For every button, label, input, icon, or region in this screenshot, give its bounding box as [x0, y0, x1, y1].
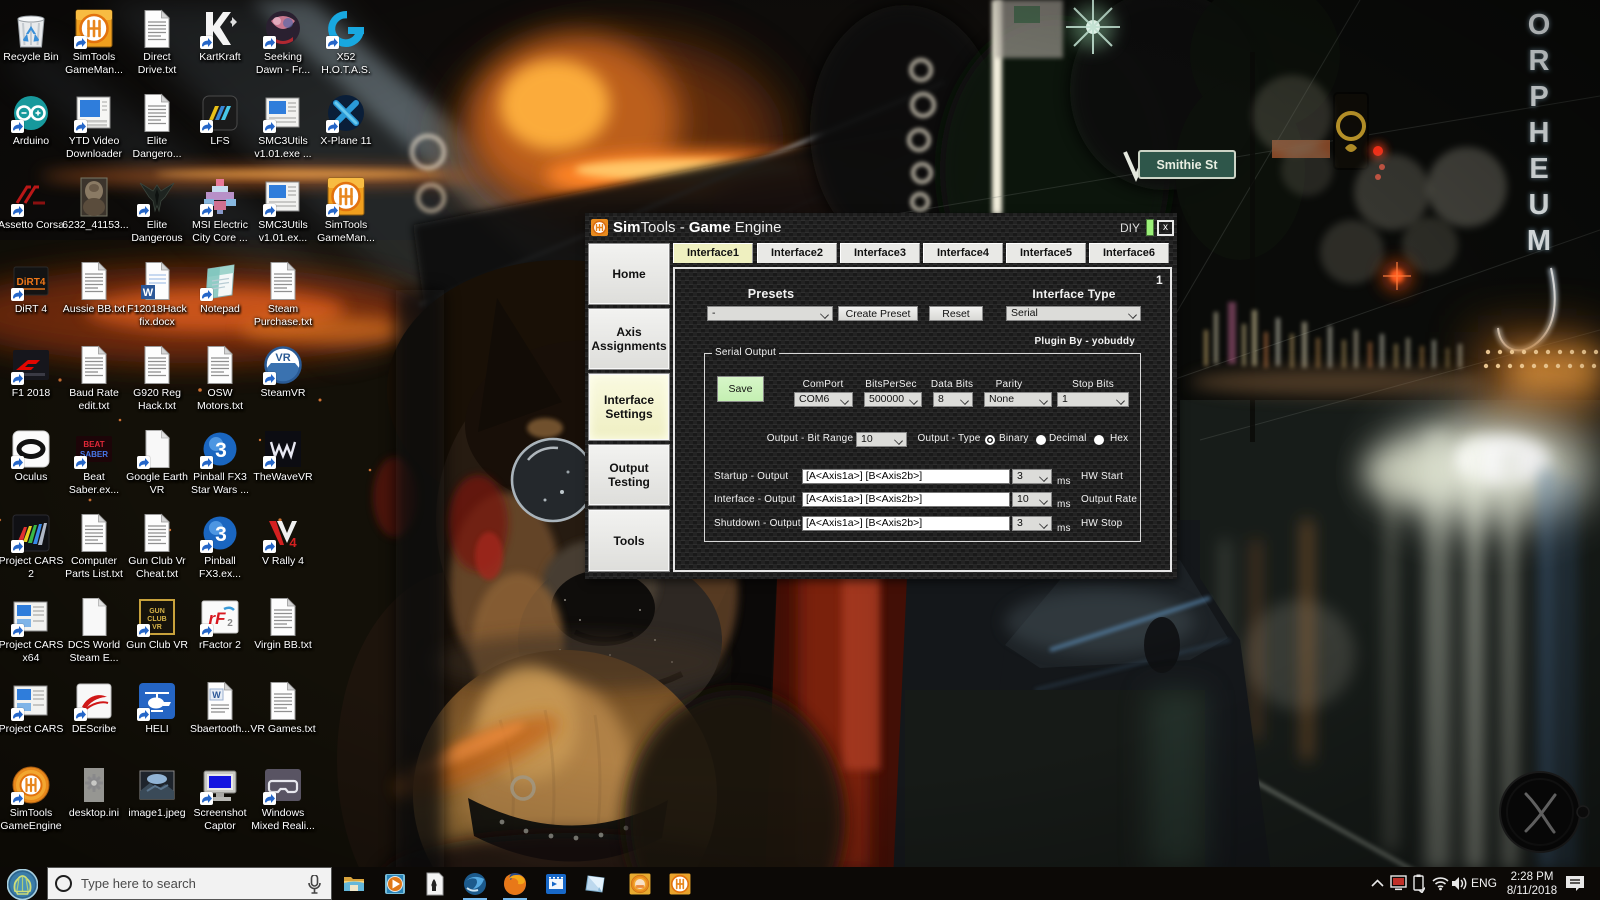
- svg-text:3: 3: [215, 523, 227, 546]
- svg-text:CLUB: CLUB: [147, 616, 166, 623]
- svg-text:2: 2: [227, 618, 233, 629]
- svg-text:DiRT4: DiRT4: [17, 277, 46, 288]
- svg-text:W: W: [212, 690, 221, 700]
- svg-text:VR: VR: [275, 352, 290, 364]
- svg-text:VR: VR: [152, 624, 162, 631]
- svg-text:3: 3: [215, 439, 227, 462]
- svg-text:BEAT: BEAT: [83, 440, 104, 449]
- svg-text:W: W: [143, 287, 154, 299]
- svg-text:4: 4: [289, 535, 297, 550]
- svg-text:GUN: GUN: [149, 608, 165, 615]
